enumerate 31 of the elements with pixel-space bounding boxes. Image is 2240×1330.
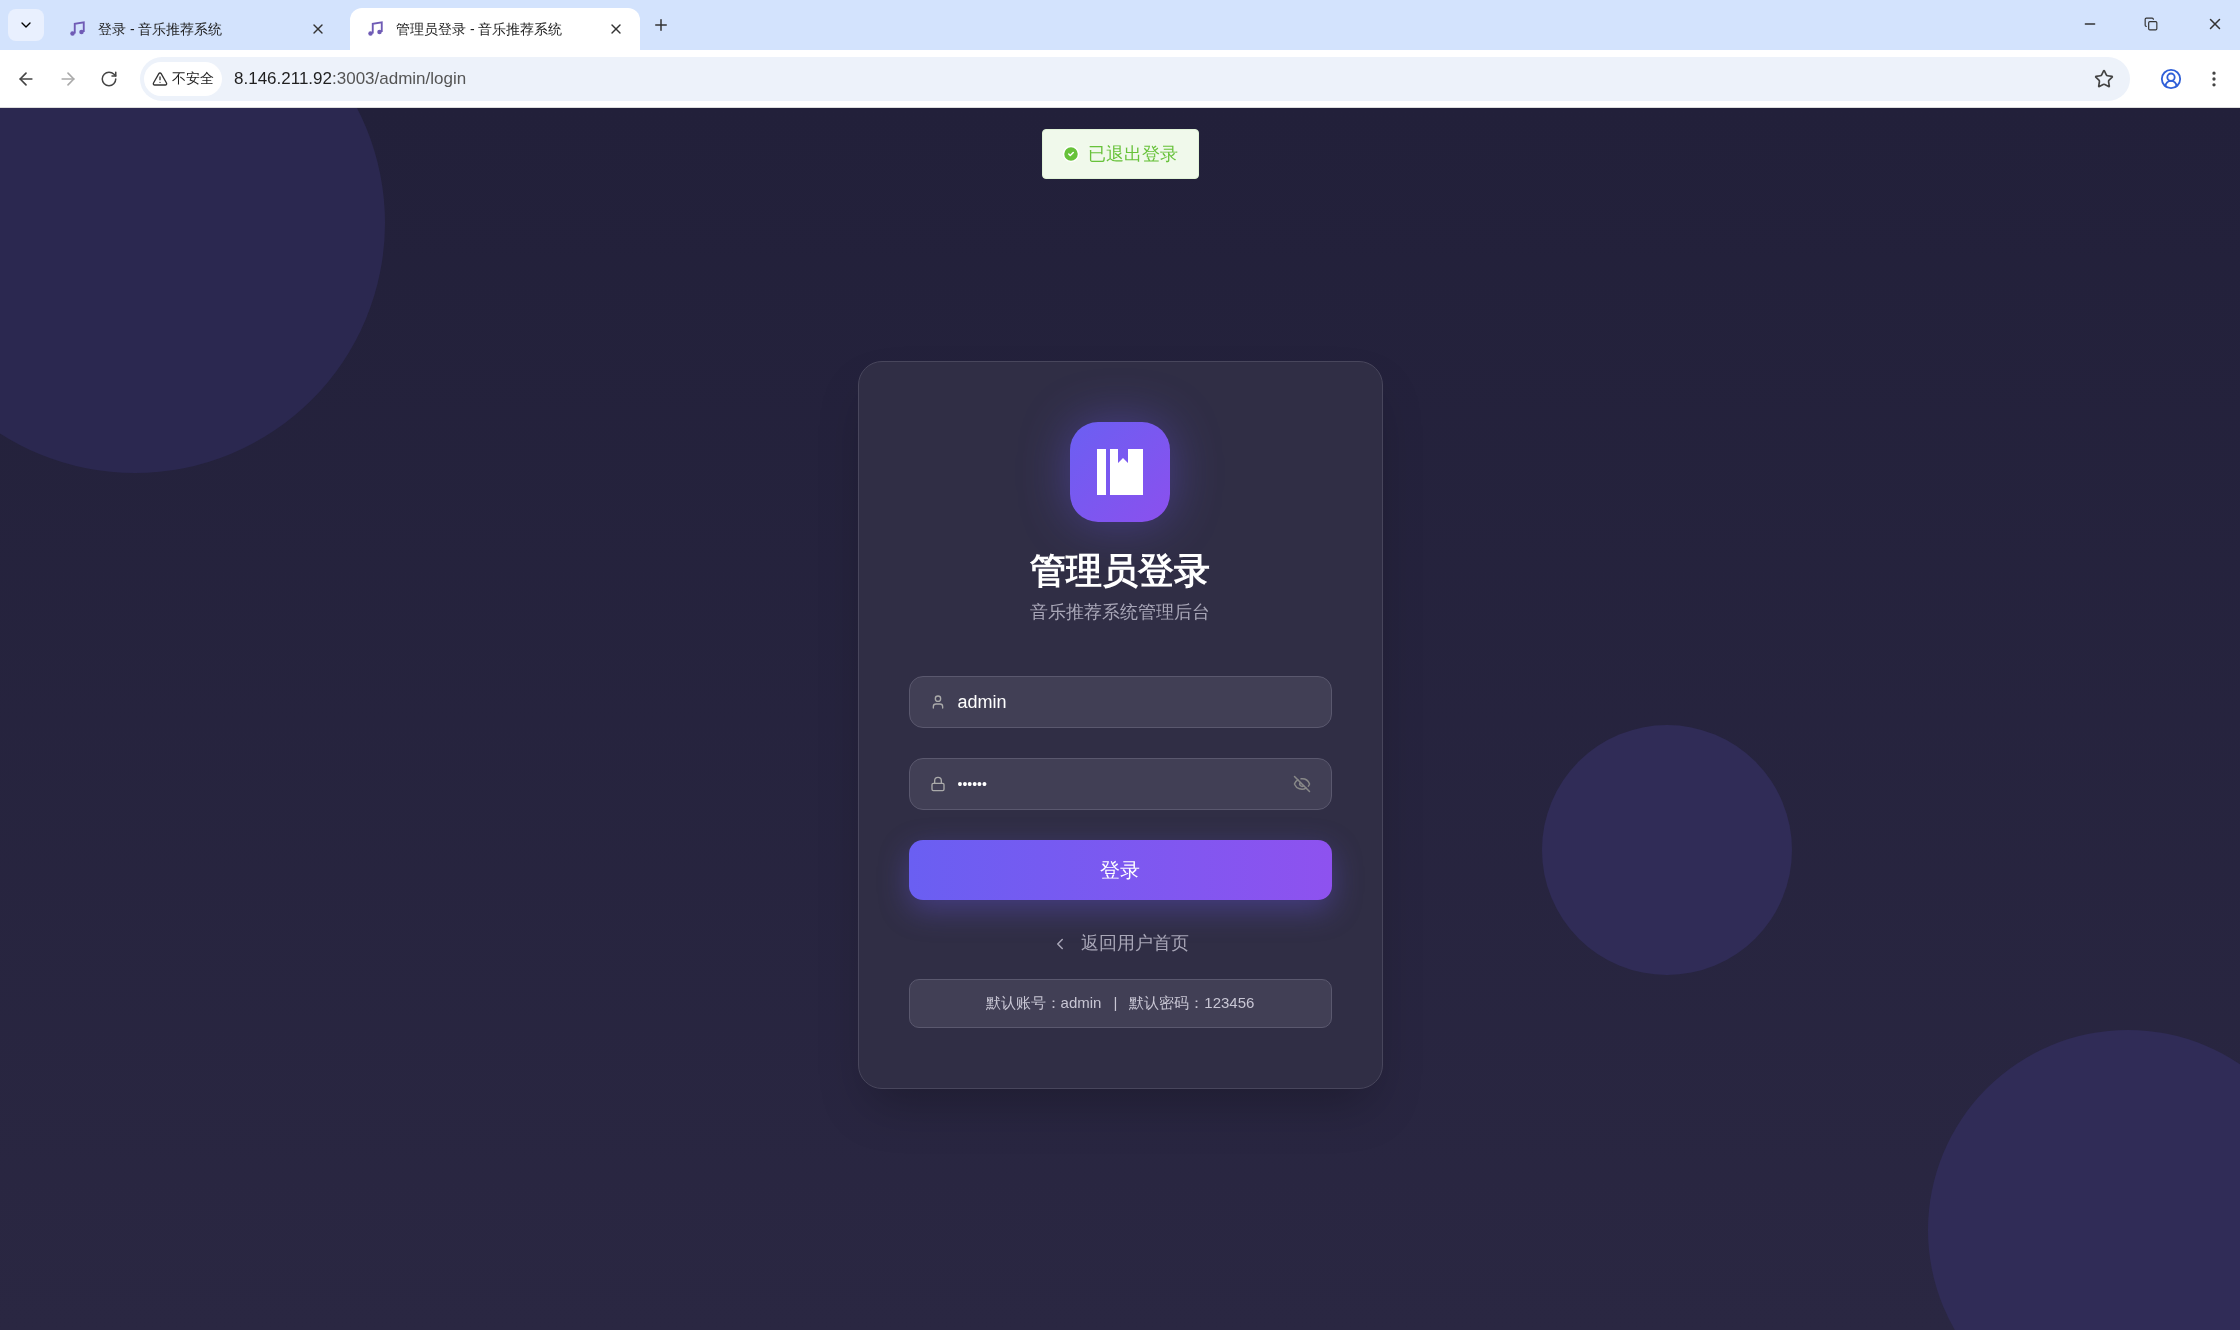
browser-tab[interactable]: 登录 - 音乐推荐系统 [52,8,342,50]
username-value: admin [957,690,1007,714]
address-bar[interactable]: 不安全 8.146.211.92:3003/admin/login [140,56,2130,101]
check-icon [1062,145,1080,163]
book-icon [1097,449,1143,495]
bookmark-star-icon[interactable] [2094,68,2114,89]
tab-title: 登录 - 音乐推荐系统 [98,19,224,39]
browser-tab[interactable]: 管理员登录 - 音乐推荐系统 [350,8,640,50]
music-note-icon [366,20,384,38]
url-text: 8.146.211.92:3003/admin/login [234,67,467,90]
eye-off-icon[interactable] [1292,775,1311,793]
tab-search-button[interactable] [8,9,44,41]
login-subtitle: 音乐推荐系统管理后台 [1030,601,1210,624]
lock-icon [929,776,946,792]
login-title: 管理员登录 [1030,549,1210,593]
tab-title: 管理员登录 - 音乐推荐系统 [396,19,564,39]
security-chip[interactable]: 不安全 [144,61,222,96]
restore-icon[interactable] [2144,17,2158,31]
login-button[interactable]: 登录 [908,840,1332,900]
warning-icon [152,70,168,87]
reload-icon[interactable] [100,69,118,88]
default-credentials-hint: 默认账号：admin | 默认密码：123456 [908,979,1332,1028]
username-field[interactable]: admin [908,676,1332,728]
password-field[interactable]: •••••• [908,758,1332,810]
password-value: •••••• [957,774,988,794]
toast-message: 已退出登录 [1088,142,1178,166]
new-tab-icon[interactable] [652,16,670,34]
profile-icon[interactable] [2160,67,2182,90]
security-label: 不安全 [172,69,214,88]
back-home-link[interactable]: 返回用户首页 [1051,930,1189,957]
music-note-icon [68,20,86,38]
